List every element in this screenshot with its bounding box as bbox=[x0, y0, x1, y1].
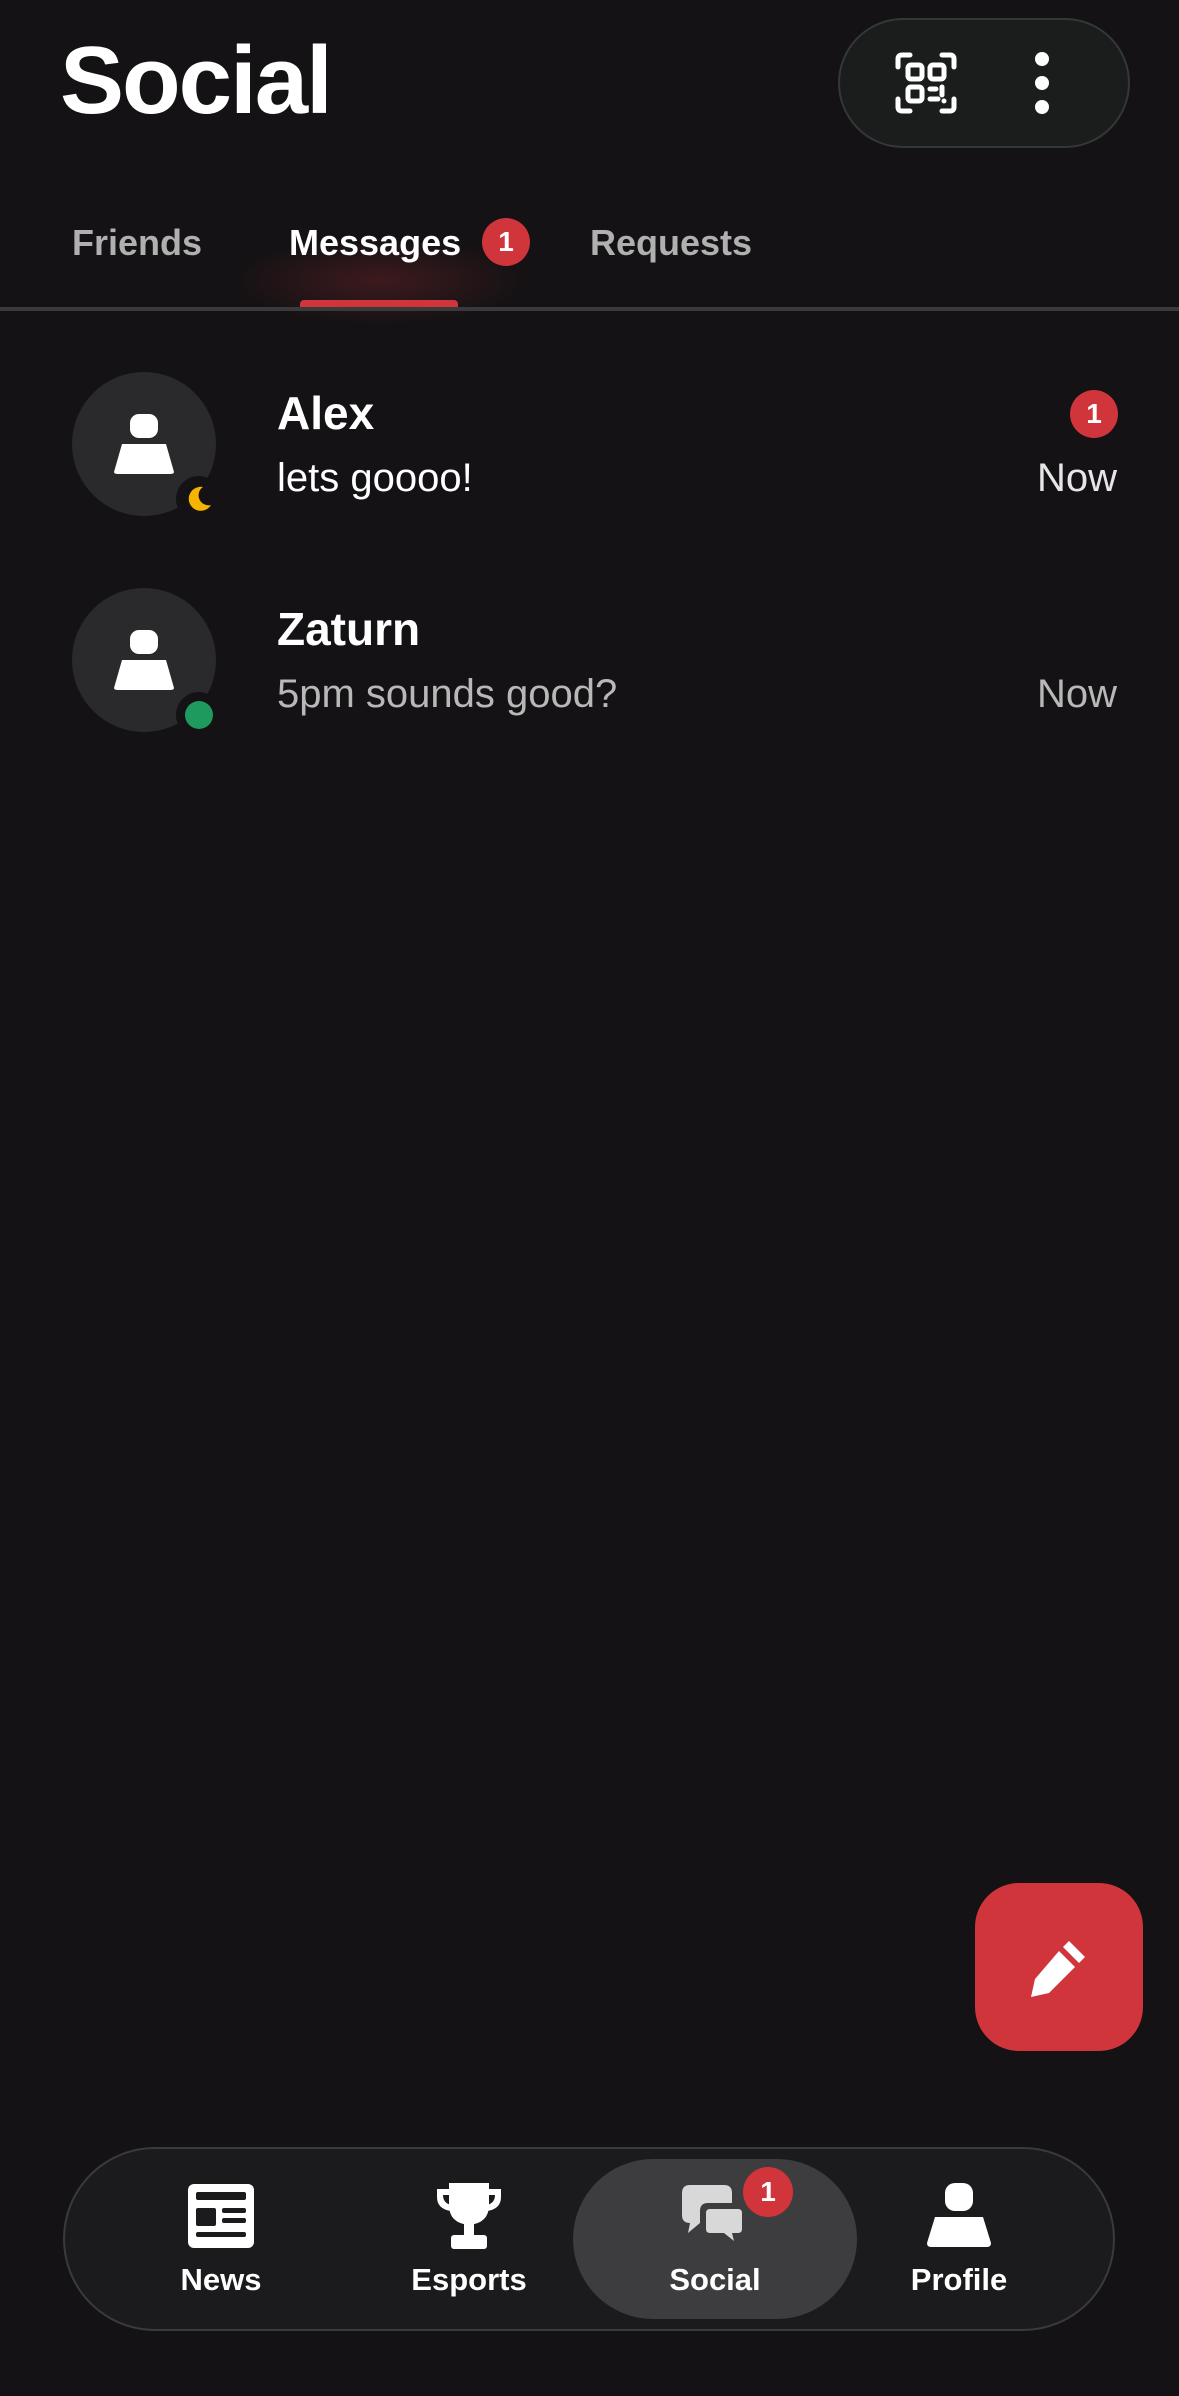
conversation-row-zaturn[interactable]: Zaturn 5pm sounds good? Now bbox=[0, 588, 1179, 778]
page-title: Social bbox=[60, 27, 333, 134]
nav-label: Profile bbox=[910, 2262, 1008, 2297]
qr-code-button[interactable] bbox=[886, 43, 966, 123]
newspaper-icon bbox=[188, 2184, 254, 2248]
tab-bar: Friends Messages 1 Requests bbox=[0, 196, 1179, 326]
tabs-divider bbox=[0, 307, 1179, 311]
nav-item-esports[interactable]: Esports bbox=[327, 2159, 611, 2319]
unread-badge: 1 bbox=[1070, 390, 1118, 438]
conversation-time: Now bbox=[1036, 672, 1117, 716]
compose-message-button[interactable] bbox=[975, 1883, 1143, 2051]
bottom-navigation: News Esports Social 1 Profile bbox=[63, 2147, 1115, 2331]
person-icon bbox=[114, 630, 174, 690]
conversation-preview: 5pm sounds good? bbox=[277, 672, 618, 716]
conversation-name: Alex bbox=[277, 387, 375, 439]
qr-code-icon bbox=[895, 52, 957, 114]
moon-icon bbox=[188, 486, 211, 511]
header-actions bbox=[838, 18, 1130, 148]
messages-tab-badge: 1 bbox=[482, 218, 530, 266]
tab-friends[interactable]: Friends bbox=[72, 222, 202, 264]
more-vertical-icon bbox=[1035, 52, 1049, 114]
nav-label: Social bbox=[669, 2262, 761, 2297]
nav-label: News bbox=[180, 2262, 262, 2297]
status-away-indicator bbox=[176, 476, 222, 522]
conversation-time: Now bbox=[1036, 456, 1117, 500]
tab-requests[interactable]: Requests bbox=[590, 222, 752, 264]
trophy-icon bbox=[437, 2183, 501, 2249]
person-icon bbox=[927, 2183, 991, 2247]
person-icon bbox=[114, 414, 174, 474]
more-options-button[interactable] bbox=[1002, 43, 1082, 123]
social-nav-badge: 1 bbox=[743, 2167, 793, 2217]
nav-item-news[interactable]: News bbox=[79, 2159, 363, 2319]
online-dot bbox=[185, 701, 213, 729]
nav-label: Esports bbox=[411, 2262, 527, 2297]
status-online-indicator bbox=[176, 692, 222, 738]
tab-messages[interactable]: Messages bbox=[289, 222, 461, 264]
social-screen: Social Friends Messages 1 Requests Alex … bbox=[0, 0, 1179, 2396]
conversation-row-alex[interactable]: Alex lets goooo! 1 Now bbox=[0, 372, 1179, 562]
nav-item-social[interactable]: Social 1 bbox=[573, 2159, 857, 2319]
conversation-preview: lets goooo! bbox=[277, 456, 473, 500]
conversation-name: Zaturn bbox=[277, 603, 421, 655]
pencil-icon bbox=[1031, 1941, 1085, 1997]
nav-item-profile[interactable]: Profile bbox=[817, 2159, 1101, 2319]
chat-bubbles-icon bbox=[682, 2185, 748, 2249]
